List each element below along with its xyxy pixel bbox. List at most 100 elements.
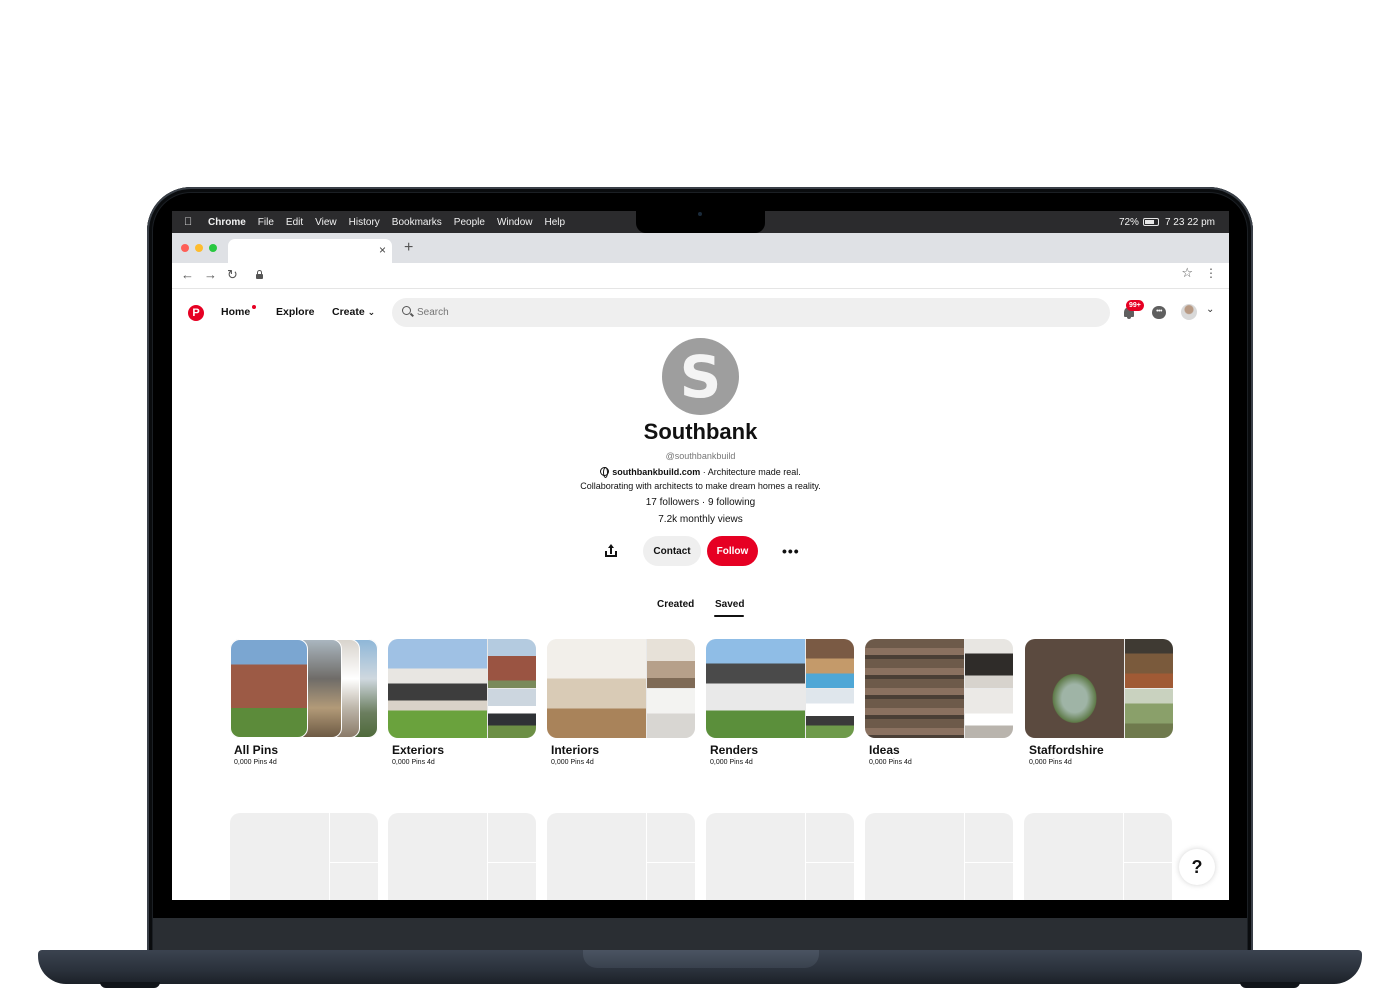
pinterest-logo-icon[interactable]: P bbox=[188, 305, 204, 321]
more-options-icon[interactable]: ••• bbox=[782, 543, 800, 559]
board-cover bbox=[1025, 639, 1173, 738]
menu-window[interactable]: Window bbox=[497, 217, 533, 228]
follow-button[interactable]: Follow bbox=[707, 536, 758, 566]
profile-name: Southbank bbox=[643, 419, 758, 444]
followers-link[interactable]: 17 followers bbox=[646, 497, 699, 508]
back-arrow-icon[interactable]: ← bbox=[181, 267, 194, 282]
board-title: All Pins bbox=[234, 743, 279, 757]
profile-follow-counts: 17 followers · 9 following bbox=[645, 497, 756, 508]
menu-view[interactable]: View bbox=[315, 217, 337, 228]
profile-website-link[interactable]: southbankbuild.com bbox=[612, 467, 700, 477]
monthly-views: 7.2k monthly views bbox=[658, 514, 743, 525]
board-card-exteriors[interactable]: Exteriors 0,000 Pins 4d bbox=[388, 639, 536, 766]
board-placeholder bbox=[547, 813, 695, 900]
board-meta: 0,000 Pins 4d bbox=[234, 759, 277, 766]
laptop-foot-left bbox=[100, 982, 160, 988]
maximize-window-icon[interactable] bbox=[209, 244, 217, 252]
browser-tab[interactable]: × bbox=[228, 239, 392, 263]
search-bar[interactable] bbox=[392, 298, 1110, 327]
menu-help[interactable]: Help bbox=[545, 217, 566, 228]
board-title: Exteriors bbox=[392, 743, 445, 757]
menu-history[interactable]: History bbox=[349, 217, 380, 228]
board-cover bbox=[388, 639, 536, 738]
minimize-window-icon[interactable] bbox=[195, 244, 203, 252]
board-title: Renders bbox=[710, 743, 759, 757]
board-card-interiors[interactable]: Interiors 0,000 Pins 4d bbox=[547, 639, 695, 766]
close-tab-icon[interactable]: × bbox=[379, 243, 386, 257]
profile-bio: Collaborating with architects to make dr… bbox=[580, 481, 821, 491]
globe-icon bbox=[600, 467, 610, 478]
board-cover-image bbox=[1025, 639, 1124, 738]
messages-icon[interactable]: ••• bbox=[1152, 306, 1166, 319]
board-cover-image bbox=[488, 639, 536, 688]
window-controls bbox=[181, 244, 217, 252]
board-meta: 0,000 Pins 4d bbox=[1029, 759, 1072, 766]
board-card-staffordshire[interactable]: Staffordshire 0,000 Pins 4d bbox=[1025, 639, 1173, 766]
board-placeholder bbox=[388, 813, 536, 900]
search-input[interactable] bbox=[417, 303, 1077, 321]
menubar-status: 72% 7 23 22 pm bbox=[1119, 211, 1215, 233]
forward-arrow-icon[interactable]: → bbox=[204, 267, 217, 282]
board-placeholder bbox=[706, 813, 854, 900]
menu-chrome[interactable]: Chrome bbox=[208, 217, 246, 228]
browser-menu-icon[interactable]: ⋮ bbox=[1205, 266, 1217, 280]
menu-file[interactable]: File bbox=[258, 217, 274, 228]
new-tab-icon[interactable]: + bbox=[404, 239, 413, 257]
contact-button[interactable]: Contact bbox=[643, 536, 701, 566]
board-meta: 0,000 Pins 4d bbox=[710, 759, 753, 766]
board-card-ideas[interactable]: Ideas 0,000 Pins 4d bbox=[865, 639, 1013, 766]
menu-edit[interactable]: Edit bbox=[286, 217, 303, 228]
pinterest-header: P Home Explore Create ⌄ 99+ ••• ⌄ bbox=[172, 295, 1229, 331]
share-icon[interactable] bbox=[604, 544, 618, 558]
tab-created[interactable]: Created bbox=[657, 599, 694, 610]
browser-toolbar: ← → ↻ ☆ ⋮ bbox=[172, 263, 1229, 289]
board-cover-image bbox=[965, 639, 1013, 688]
board-cover-image bbox=[1125, 689, 1173, 738]
board-card-all-pins[interactable]: All Pins 0,000 Pins 4d bbox=[230, 639, 378, 766]
pins-stack-image bbox=[230, 639, 378, 738]
following-link[interactable]: 9 following bbox=[708, 497, 755, 508]
laptop-foot-right bbox=[1240, 982, 1300, 988]
board-cover-image bbox=[647, 639, 695, 688]
avatar-letter: S bbox=[679, 342, 722, 411]
menu-people[interactable]: People bbox=[454, 217, 485, 228]
apple-logo-icon[interactable]:  bbox=[184, 216, 196, 228]
help-button[interactable]: ? bbox=[1179, 849, 1215, 885]
bookmark-star-icon[interactable]: ☆ bbox=[1181, 265, 1193, 281]
reload-icon[interactable]: ↻ bbox=[227, 267, 238, 283]
board-cover-image bbox=[706, 639, 805, 738]
board-cover bbox=[547, 639, 695, 738]
board-cover-image bbox=[806, 639, 854, 688]
nav-create[interactable]: Create ⌄ bbox=[332, 306, 375, 318]
board-placeholder bbox=[230, 813, 378, 900]
screen:  Chrome File Edit View History Bookmark… bbox=[172, 211, 1229, 900]
profile-website-line: southbankbuild.com · Architecture made r… bbox=[172, 467, 1229, 478]
tab-saved[interactable]: Saved bbox=[715, 599, 744, 610]
board-cover-image bbox=[547, 639, 646, 738]
nav-explore[interactable]: Explore bbox=[276, 306, 315, 318]
board-card-renders[interactable]: Renders 0,000 Pins 4d bbox=[706, 639, 854, 766]
board-placeholder bbox=[1024, 813, 1172, 900]
nav-home[interactable]: Home bbox=[221, 305, 257, 318]
board-cover bbox=[865, 639, 1013, 738]
board-cover-image bbox=[1125, 639, 1173, 688]
board-meta: 0,000 Pins 4d bbox=[869, 759, 912, 766]
account-chevron-down-icon[interactable]: ⌄ bbox=[1206, 304, 1214, 315]
close-window-icon[interactable] bbox=[181, 244, 189, 252]
search-icon bbox=[402, 306, 411, 315]
board-cover-image bbox=[388, 639, 487, 738]
board-cover-image bbox=[865, 639, 964, 738]
battery-icon[interactable] bbox=[1142, 218, 1159, 226]
address-bar[interactable] bbox=[248, 267, 1192, 285]
board-cover bbox=[230, 639, 378, 738]
browser-tabstrip: × + bbox=[172, 233, 1229, 263]
profile-handle: @southbankbuild bbox=[665, 451, 736, 461]
board-meta: 0,000 Pins 4d bbox=[392, 759, 435, 766]
user-avatar[interactable] bbox=[1181, 304, 1197, 320]
board-title: Interiors bbox=[551, 743, 600, 757]
clock[interactable]: 7 23 22 pm bbox=[1165, 217, 1215, 228]
nav-create-label: Create bbox=[332, 306, 365, 318]
lock-icon[interactable] bbox=[256, 270, 263, 279]
menu-bookmarks[interactable]: Bookmarks bbox=[392, 217, 442, 228]
chevron-down-icon: ⌄ bbox=[367, 307, 376, 317]
